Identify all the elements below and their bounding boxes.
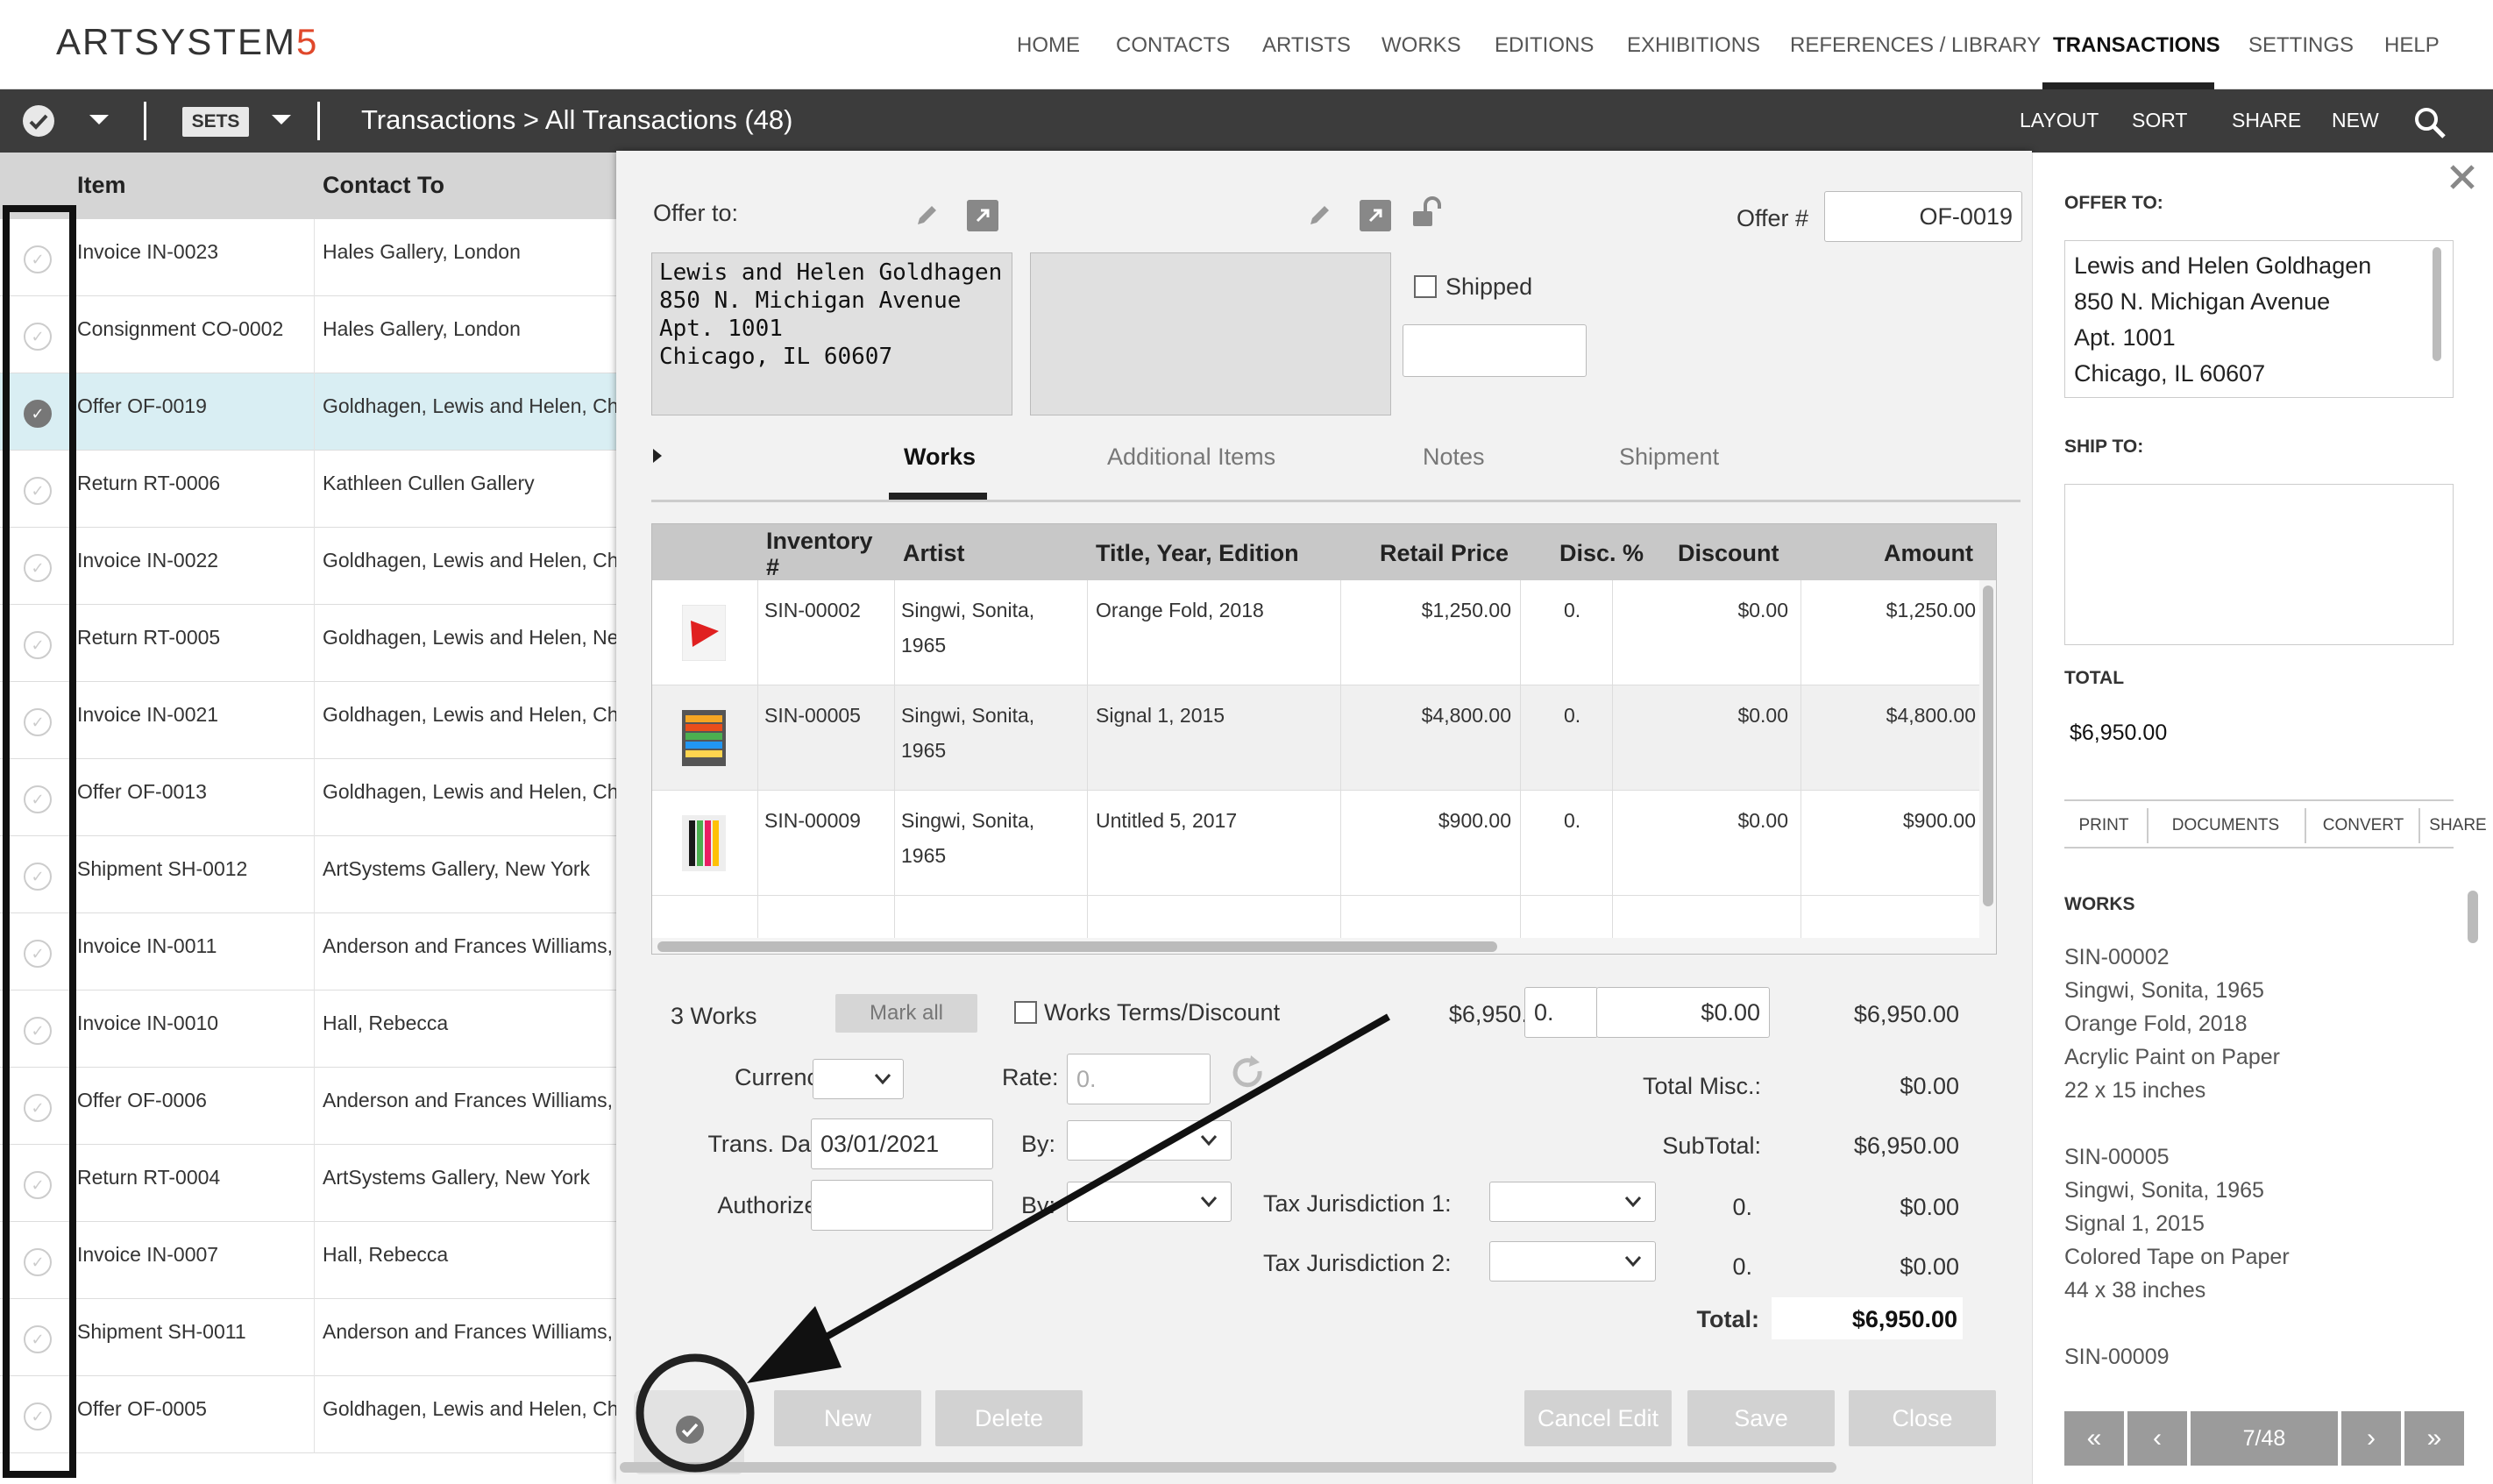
panel-divider [2064,847,2454,849]
documents-button[interactable]: DOCUMENTS [2150,806,2301,845]
offer-to-address-box[interactable]: Lewis and Helen Goldhagen 850 N. Michiga… [2064,240,2454,398]
total-amount: $6,950.00 [2070,721,2168,745]
address-line: Apt. 1001 [2074,324,2176,351]
action-divider [2305,808,2306,843]
work-title: Signal 1, 2015 [2064,1211,2205,1236]
work-title: Orange Fold, 2018 [2064,1012,2248,1036]
work-artist: Singwi, Sonita, 1965 [2064,978,2264,1003]
work-size: 44 x 38 inches [2064,1278,2206,1303]
work-artist: Singwi, Sonita, 1965 [2064,1178,2264,1203]
ship-to-heading: SHIP TO: [2064,437,2144,457]
action-divider [2147,808,2149,843]
panel-share-button[interactable]: SHARE [2422,806,2493,845]
panel-scrollbar-thumb[interactable] [2468,891,2478,943]
address-scrollbar-thumb[interactable] [2433,247,2441,361]
pager-first-button[interactable]: « [2064,1411,2124,1466]
pager-prev-button[interactable]: ‹ [2127,1411,2187,1466]
pager-position: 7/48 [2191,1411,2338,1466]
print-button[interactable]: PRINT [2064,806,2143,845]
works-heading: WORKS [2064,894,2135,914]
panel-divider [2064,799,2454,801]
work-inventory: SIN-00005 [2064,1145,2170,1169]
address-line: Lewis and Helen Goldhagen [2074,252,2372,279]
offer-to-heading: OFFER TO: [2064,193,2163,213]
work-inventory[interactable]: SIN-00009 [2064,1345,2170,1370]
close-icon[interactable] [2447,161,2478,193]
work-medium: Colored Tape on Paper [2064,1245,2290,1269]
address-line: Chicago, IL 60607 [2074,360,2266,387]
pager-next-button[interactable]: › [2341,1411,2401,1466]
work-size: 22 x 15 inches [2064,1078,2206,1103]
work-medium: Acrylic Paint on Paper [2064,1045,2280,1069]
work-inventory: SIN-00002 [2064,945,2170,969]
pager-last-button[interactable]: » [2404,1411,2464,1466]
ship-to-box[interactable] [2064,484,2454,645]
address-line: 850 N. Michigan Avenue [2074,288,2331,315]
action-divider [2418,808,2420,843]
convert-button[interactable]: CONVERT [2308,806,2418,845]
total-heading: TOTAL [2064,668,2125,688]
detail-panel: OFFER TO: Lewis and Helen Goldhagen 850 … [2032,153,2493,1484]
